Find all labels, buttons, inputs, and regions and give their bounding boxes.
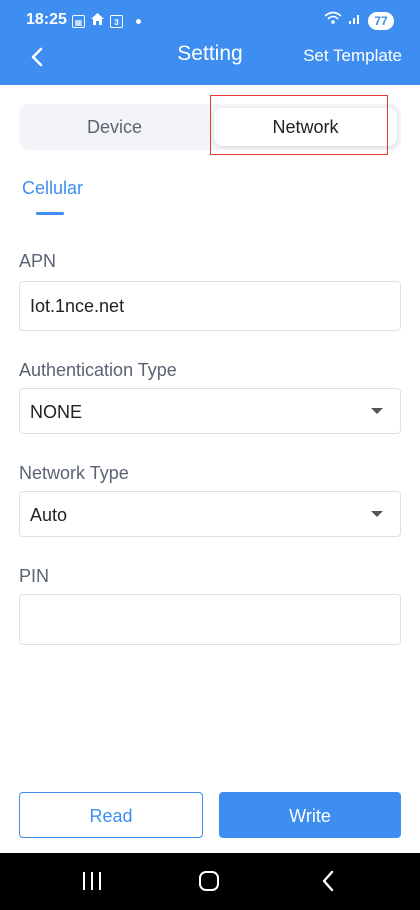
tab-device[interactable]: Device bbox=[23, 108, 206, 146]
status-right-icons: 77 bbox=[324, 11, 394, 30]
apn-label: APN bbox=[19, 251, 57, 271]
caret-down-icon bbox=[371, 408, 383, 414]
auth-type-value: NONE bbox=[30, 402, 83, 422]
caret-down-icon bbox=[371, 511, 383, 517]
app-header: 18:25 ▦ 3 77 Setting Set Template bbox=[0, 0, 420, 85]
battery-icon: 77 bbox=[368, 11, 394, 30]
notification-icon: 3 bbox=[110, 15, 123, 28]
status-bar: 18:25 ▦ 3 77 bbox=[0, 0, 420, 40]
read-button[interactable]: Read bbox=[19, 792, 203, 838]
network-type-select[interactable]: Auto bbox=[19, 491, 401, 537]
write-button[interactable]: Write bbox=[219, 792, 401, 838]
status-time: 18:25 bbox=[26, 11, 67, 28]
signal-icon bbox=[348, 11, 362, 30]
system-nav-bar bbox=[0, 853, 420, 910]
apn-input[interactable] bbox=[30, 282, 400, 330]
subtab-cellular[interactable]: Cellular bbox=[22, 178, 83, 199]
nav-bar: Setting Set Template bbox=[0, 38, 420, 78]
home-button-icon[interactable] bbox=[199, 871, 219, 891]
tab-network[interactable]: Network bbox=[214, 108, 397, 146]
auth-type-label: Authentication Type bbox=[19, 360, 177, 380]
status-left-icons: ▦ 3 bbox=[72, 12, 141, 31]
pin-field[interactable] bbox=[19, 594, 401, 645]
dot-icon bbox=[136, 19, 141, 24]
pin-input[interactable] bbox=[30, 595, 400, 644]
apn-field[interactable] bbox=[19, 281, 401, 331]
set-template-button[interactable]: Set Template bbox=[303, 46, 402, 66]
auth-type-select[interactable]: NONE bbox=[19, 388, 401, 434]
pin-label: PIN bbox=[19, 566, 50, 586]
home-icon bbox=[90, 12, 105, 31]
system-back-icon[interactable] bbox=[318, 869, 338, 893]
sim-icon: ▦ bbox=[72, 15, 85, 28]
network-type-label: Network Type bbox=[19, 463, 129, 483]
network-type-value: Auto bbox=[30, 505, 68, 525]
recent-apps-icon[interactable] bbox=[82, 872, 102, 890]
wifi-icon bbox=[324, 11, 342, 30]
segment-tabs: Device Network bbox=[19, 104, 401, 150]
subtab-indicator bbox=[36, 212, 64, 215]
